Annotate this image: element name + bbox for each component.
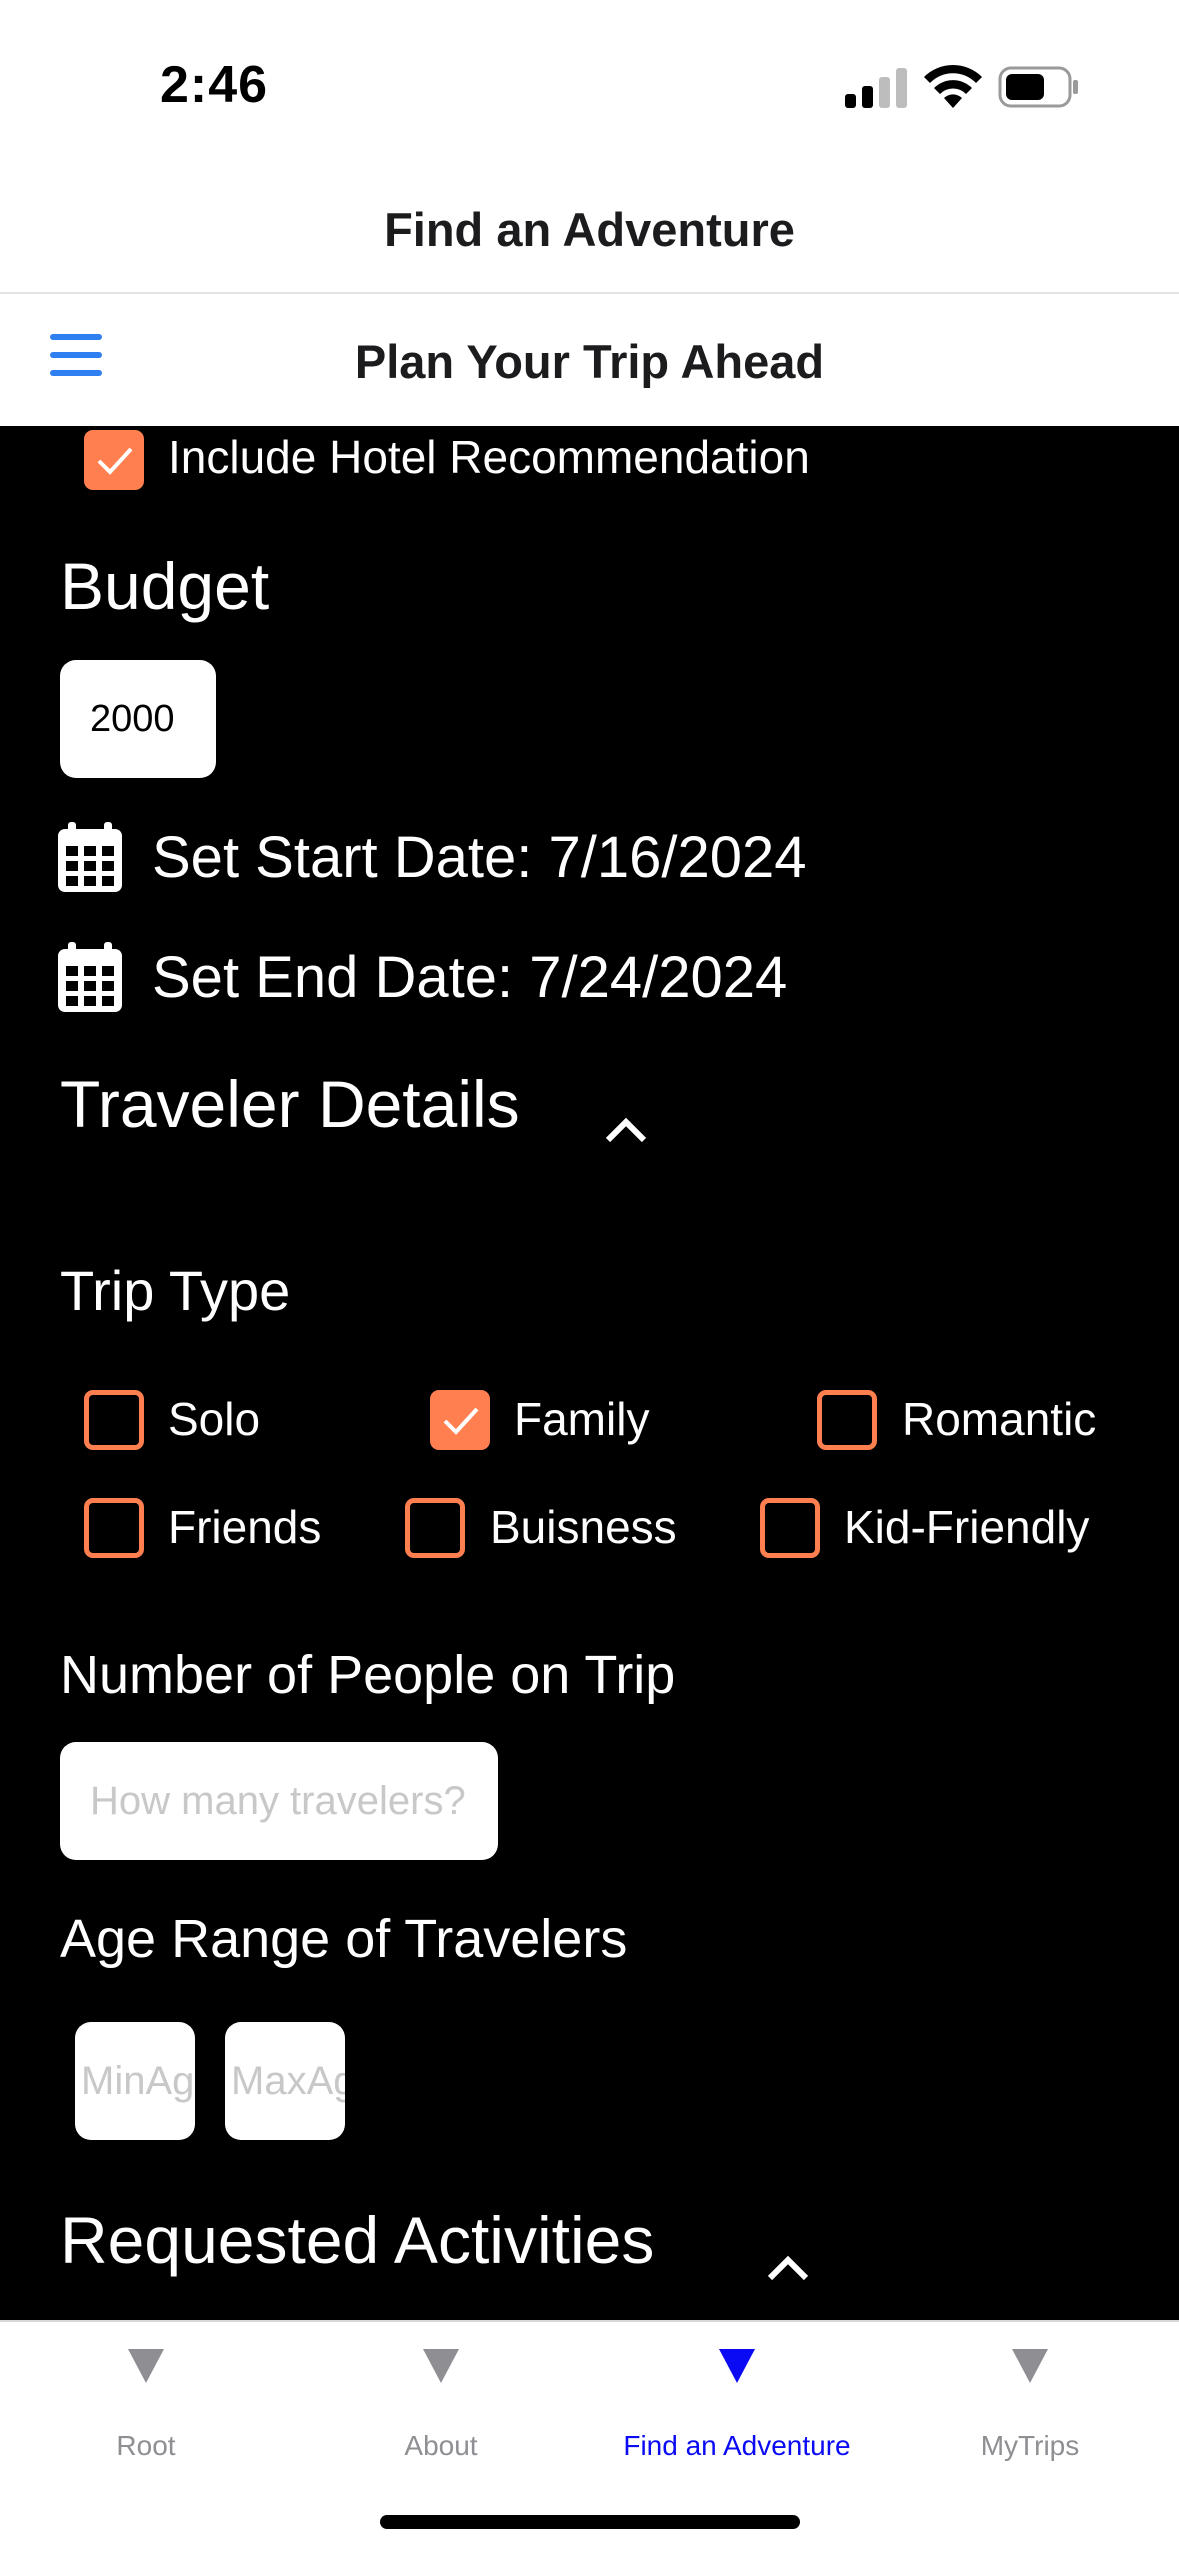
hotel-checkbox-label: Include Hotel Recommendation <box>168 431 810 483</box>
end-date-label: Set End Date: 7/24/2024 <box>152 944 788 1010</box>
trip-form[interactable]: Include Hotel Recommendation Budget Set … <box>0 426 1179 2320</box>
triangle-down-icon <box>423 2349 459 2383</box>
trip-type-label: Trip Type <box>60 1259 291 1322</box>
tab-mytrips-label: MyTrips <box>980 2430 1080 2461</box>
trip-type-family-checkbox[interactable] <box>430 1390 490 1450</box>
trip-type-family-label: Family <box>514 1393 650 1445</box>
page-title: Plan Your Trip Ahead <box>354 335 825 388</box>
start-date-button[interactable]: Set Start Date: 7/16/2024 <box>58 822 807 892</box>
trip-type-romantic-label: Romantic <box>902 1393 1097 1445</box>
trip-type-romantic-checkbox[interactable] <box>817 1390 877 1450</box>
tab-about-label: About <box>404 2430 478 2461</box>
status-bar: 2:46 <box>0 0 1179 170</box>
chevron-up-icon[interactable] <box>764 2252 812 2284</box>
min-age-input[interactable] <box>75 2022 195 2140</box>
age-range-label: Age Range of Travelers <box>60 1909 628 1969</box>
status-time: 2:46 <box>160 56 269 114</box>
calendar-icon <box>58 942 122 1012</box>
people-count-field[interactable] <box>60 1742 498 1860</box>
chevron-up-icon[interactable] <box>602 1114 650 1146</box>
min-age-field[interactable] <box>75 2022 195 2140</box>
people-count-input[interactable] <box>60 1742 498 1860</box>
trip-type-kid-friendly-checkbox[interactable] <box>760 1498 820 1558</box>
trip-type-friends-checkbox[interactable] <box>84 1498 144 1558</box>
root-header-title: Find an Adventure <box>384 203 795 256</box>
checkmark-icon <box>97 447 133 475</box>
trip-type-kid-friendly-label: Kid-Friendly <box>844 1501 1090 1553</box>
max-age-input[interactable] <box>225 2022 345 2140</box>
calendar-icon <box>58 822 122 892</box>
home-indicator <box>380 2515 800 2529</box>
triangle-down-icon <box>1012 2349 1048 2383</box>
screen-header: Plan Your Trip Ahead <box>0 294 1179 426</box>
trip-type-solo-label: Solo <box>168 1393 261 1445</box>
trip-type-business-checkbox[interactable] <box>405 1498 465 1558</box>
budget-input-field[interactable] <box>60 660 216 778</box>
requested-activities-heading: Requested Activities <box>60 2203 655 2277</box>
budget-label: Budget <box>60 549 270 623</box>
wifi-icon <box>924 64 982 108</box>
max-age-field[interactable] <box>225 2022 345 2140</box>
trip-type-solo-checkbox[interactable] <box>84 1390 144 1450</box>
tab-root[interactable]: Root <box>16 2348 276 2488</box>
start-date-label: Set Start Date: 7/16/2024 <box>152 824 807 890</box>
triangle-down-icon <box>719 2349 755 2383</box>
triangle-down-icon <box>128 2349 164 2383</box>
trip-type-friends-label: Friends <box>168 1501 322 1553</box>
checkmark-icon <box>443 1407 479 1435</box>
hotel-checkbox[interactable] <box>84 430 144 490</box>
tab-find-an-adventure[interactable]: Find an Adventure <box>607 2348 867 2488</box>
budget-input[interactable] <box>60 660 216 778</box>
tab-mytrips[interactable]: MyTrips <box>900 2348 1160 2488</box>
tab-find-an-adventure-label: Find an Adventure <box>623 2430 851 2461</box>
root-header: Find an Adventure <box>0 170 1179 294</box>
tab-root-label: Root <box>116 2430 176 2461</box>
trip-type-business-label: Buisness <box>490 1501 677 1553</box>
traveler-details-heading: Traveler Details <box>60 1067 520 1141</box>
tab-about[interactable]: About <box>311 2348 571 2488</box>
cellular-signal-icon <box>845 68 907 108</box>
people-count-label: Number of People on Trip <box>60 1645 676 1705</box>
end-date-button[interactable]: Set End Date: 7/24/2024 <box>58 942 787 1012</box>
battery-icon <box>998 66 1078 108</box>
